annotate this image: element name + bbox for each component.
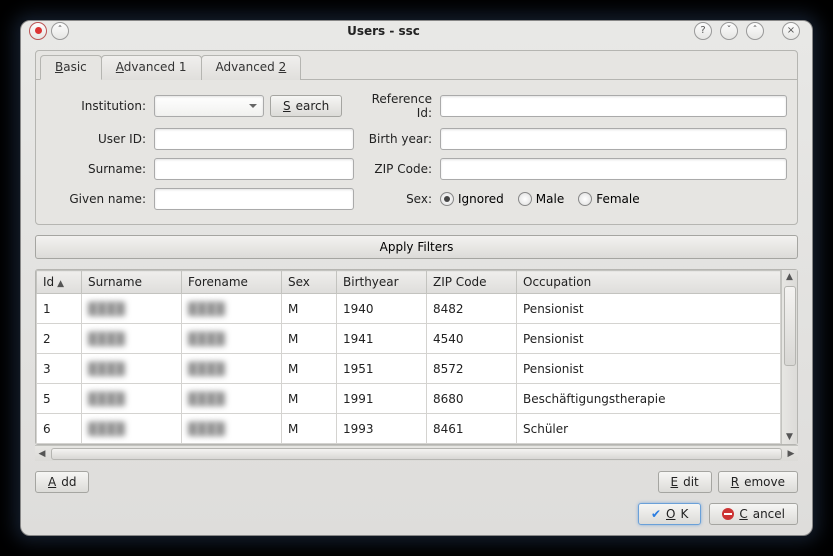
cell-birthyear: 1951 (337, 354, 427, 384)
filter-tabs: Basic Advanced 1 Advanced 2 Institution:… (35, 50, 798, 225)
cell-surname: ████ (82, 414, 182, 444)
user-id-input[interactable] (154, 128, 354, 150)
col-occupation[interactable]: Occupation (517, 271, 781, 294)
cell-birthyear: 1940 (337, 294, 427, 324)
sex-radio-ignored[interactable]: Ignored (440, 192, 504, 206)
horizontal-scrollbar[interactable]: ◀ ▶ (35, 445, 798, 461)
record-icon[interactable] (29, 22, 47, 40)
tab-advanced-1[interactable]: Advanced 1 (101, 55, 202, 80)
surname-label: Surname: (46, 162, 146, 176)
col-id[interactable]: Id▲ (37, 271, 82, 294)
sex-radio-group: Ignored Male Female (440, 192, 787, 206)
table-row[interactable]: 6████████M19938461Schüler (37, 414, 781, 444)
col-forename[interactable]: Forename (182, 271, 282, 294)
scroll-left-icon[interactable]: ◀ (35, 449, 49, 459)
surname-input[interactable] (154, 158, 354, 180)
cell-birthyear: 1941 (337, 324, 427, 354)
close-button[interactable]: × (782, 22, 800, 40)
search-button[interactable]: Search (270, 95, 342, 117)
cell-forename: ████ (182, 324, 282, 354)
given-name-label: Given name: (46, 192, 146, 206)
cell-zip: 8680 (427, 384, 517, 414)
col-surname[interactable]: Surname (82, 271, 182, 294)
apply-filters-button[interactable]: Apply Filters (35, 235, 798, 259)
reference-id-label: Reference Id: (362, 92, 432, 120)
cell-occupation: Pensionist (517, 354, 781, 384)
cell-occupation: Schüler (517, 414, 781, 444)
window-title: Users - ssc (73, 24, 694, 38)
sex-radio-male[interactable]: Male (518, 192, 564, 206)
cell-id: 2 (37, 324, 82, 354)
cell-sex: M (282, 354, 337, 384)
cell-sex: M (282, 414, 337, 444)
cell-sex: M (282, 324, 337, 354)
col-birthyear[interactable]: Birthyear (337, 271, 427, 294)
given-name-input[interactable] (154, 188, 354, 210)
hscroll-thumb[interactable] (51, 448, 782, 460)
cell-id: 6 (37, 414, 82, 444)
institution-label: Institution: (46, 99, 146, 113)
scroll-up-icon[interactable]: ▲ (782, 270, 797, 284)
cell-forename: ████ (182, 354, 282, 384)
tab-basic[interactable]: Basic (40, 55, 102, 80)
maximize-button[interactable]: ˆ (746, 22, 764, 40)
table-row[interactable]: 5████████M19918680Beschäftigungstherapie (37, 384, 781, 414)
add-button[interactable]: Add (35, 471, 89, 493)
cell-birthyear: 1993 (337, 414, 427, 444)
cell-zip: 8461 (427, 414, 517, 444)
sex-label: Sex: (362, 192, 432, 206)
cell-sex: M (282, 384, 337, 414)
cell-zip: 4540 (427, 324, 517, 354)
users-table: Id▲ Surname Forename Sex Birthyear ZIP C… (36, 270, 781, 444)
scroll-down-icon[interactable]: ▼ (782, 430, 797, 444)
ok-button[interactable]: ✔OK (638, 503, 701, 525)
tab-advanced-2[interactable]: Advanced 2 (201, 55, 302, 80)
titlebar: ˆ Users - ssc ? ˇ ˆ × (21, 21, 812, 40)
check-icon: ✔ (651, 507, 661, 521)
zip-input[interactable] (440, 158, 787, 180)
table-row[interactable]: 3████████M19518572Pensionist (37, 354, 781, 384)
cell-forename: ████ (182, 414, 282, 444)
rollup-button[interactable]: ˆ (51, 22, 69, 40)
cell-id: 1 (37, 294, 82, 324)
table-row[interactable]: 2████████M19414540Pensionist (37, 324, 781, 354)
cancel-button[interactable]: Cancel (709, 503, 798, 525)
help-button[interactable]: ? (694, 22, 712, 40)
sort-asc-icon: ▲ (57, 279, 64, 289)
scroll-thumb[interactable] (784, 286, 796, 366)
vertical-scrollbar[interactable]: ▲ ▼ (781, 270, 797, 444)
col-zip[interactable]: ZIP Code (427, 271, 517, 294)
cell-forename: ████ (182, 384, 282, 414)
cell-occupation: Pensionist (517, 294, 781, 324)
user-id-label: User ID: (46, 132, 146, 146)
results-area: Id▲ Surname Forename Sex Birthyear ZIP C… (35, 269, 798, 461)
reference-id-input[interactable] (440, 95, 787, 117)
cell-occupation: Beschäftigungstherapie (517, 384, 781, 414)
cell-occupation: Pensionist (517, 324, 781, 354)
sex-radio-female[interactable]: Female (578, 192, 639, 206)
remove-button[interactable]: Remove (718, 471, 798, 493)
edit-button[interactable]: Edit (658, 471, 712, 493)
dialog-window: ˆ Users - ssc ? ˇ ˆ × Basic Advanced 1 A… (20, 20, 813, 536)
cell-sex: M (282, 294, 337, 324)
cell-forename: ████ (182, 294, 282, 324)
cancel-icon (722, 508, 734, 520)
cell-surname: ████ (82, 384, 182, 414)
cell-zip: 8572 (427, 354, 517, 384)
zip-label: ZIP Code: (362, 162, 432, 176)
col-sex[interactable]: Sex (282, 271, 337, 294)
cell-zip: 8482 (427, 294, 517, 324)
cell-surname: ████ (82, 324, 182, 354)
cell-birthyear: 1991 (337, 384, 427, 414)
scroll-right-icon[interactable]: ▶ (784, 449, 798, 459)
birth-year-input[interactable] (440, 128, 787, 150)
cell-surname: ████ (82, 354, 182, 384)
birth-year-label: Birth year: (362, 132, 432, 146)
minimize-button[interactable]: ˇ (720, 22, 738, 40)
cell-surname: ████ (82, 294, 182, 324)
cell-id: 3 (37, 354, 82, 384)
cell-id: 5 (37, 384, 82, 414)
table-row[interactable]: 1████████M19408482Pensionist (37, 294, 781, 324)
institution-combo[interactable] (154, 95, 264, 117)
